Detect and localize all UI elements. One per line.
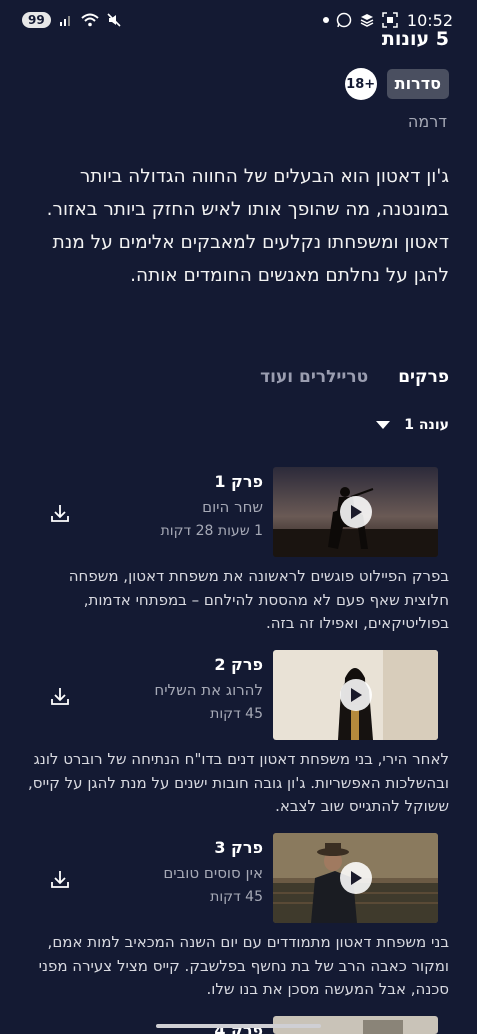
battery-indicator: 99	[22, 12, 51, 28]
seasons-count: 5 עונות	[381, 28, 449, 50]
episode-thumbnail[interactable]	[273, 467, 438, 557]
play-icon[interactable]	[339, 679, 372, 711]
mute-icon	[107, 13, 121, 27]
status-bar-left: 99	[22, 12, 121, 28]
home-indicator[interactable]	[156, 1024, 321, 1028]
play-icon[interactable]	[339, 862, 372, 894]
season-selector-label: עונה 1	[404, 417, 449, 433]
episode-duration: 45 דקות	[210, 706, 263, 722]
episode-description: בפרק הפיילוט פוגשים לראשונה את משפחת דאט…	[68, 567, 449, 632]
episode-subtitle: להרוג את השליח	[154, 681, 263, 699]
dot-icon	[322, 17, 329, 23]
age-rating-badge: +18	[344, 68, 377, 100]
badges-row: סדרות +18	[344, 68, 449, 100]
episode-info: פרק 2 להרוג את השליח 45 דקות	[154, 654, 263, 726]
chevron-down-icon	[376, 421, 391, 429]
episode-thumbnail[interactable]	[273, 650, 438, 740]
episode-subtitle: שחר היום	[202, 498, 263, 516]
play-icon[interactable]	[339, 496, 372, 528]
status-bar-right: 10:52	[322, 10, 453, 30]
download-icon[interactable]	[48, 867, 72, 891]
episode-thumbnail[interactable]	[273, 833, 438, 923]
signal-icon	[59, 13, 73, 27]
download-icon[interactable]	[48, 501, 72, 525]
episode-subtitle: אין סוסים טובים	[163, 864, 263, 882]
episode-title: פרק 1	[214, 472, 263, 491]
episode-duration: 45 דקות	[210, 889, 263, 905]
tab-episodes[interactable]: פרקים	[398, 367, 449, 387]
genre-label: דרמה	[407, 112, 447, 131]
tab-trailers[interactable]: טריילרים ועוד	[260, 367, 368, 387]
episode-description: לאחר הירי, בני משפחת דאטון דנים בדו"ח הנ…	[28, 750, 449, 815]
show-synopsis: ג'ון דאטון הוא הבעלים של החווה הגדולה בי…	[46, 166, 449, 286]
episode-info: פרק 3 אין סוסים טובים 45 דקות	[163, 837, 263, 909]
download-icon[interactable]	[48, 684, 72, 708]
episode-title: פרק 2	[214, 655, 263, 674]
whatsapp-icon	[336, 12, 352, 28]
category-badge[interactable]: סדרות	[386, 69, 449, 99]
clock: 10:52	[406, 10, 453, 30]
episode-info: פרק 1 שחר היום 1 שעות 28 דקות	[161, 471, 263, 543]
episode-duration: 1 שעות 28 דקות	[160, 523, 263, 539]
stack-icon	[359, 12, 375, 28]
wifi-icon	[81, 13, 99, 27]
season-selector[interactable]: עונה 1	[376, 417, 449, 433]
content-tabs: פרקים טריילרים ועוד	[260, 367, 449, 387]
episode-description: בני משפחת דאטון מתמודדים עם יום השנה המכ…	[38, 933, 449, 998]
screenshot-icon	[382, 12, 398, 28]
episode-title: פרק 3	[214, 838, 263, 857]
